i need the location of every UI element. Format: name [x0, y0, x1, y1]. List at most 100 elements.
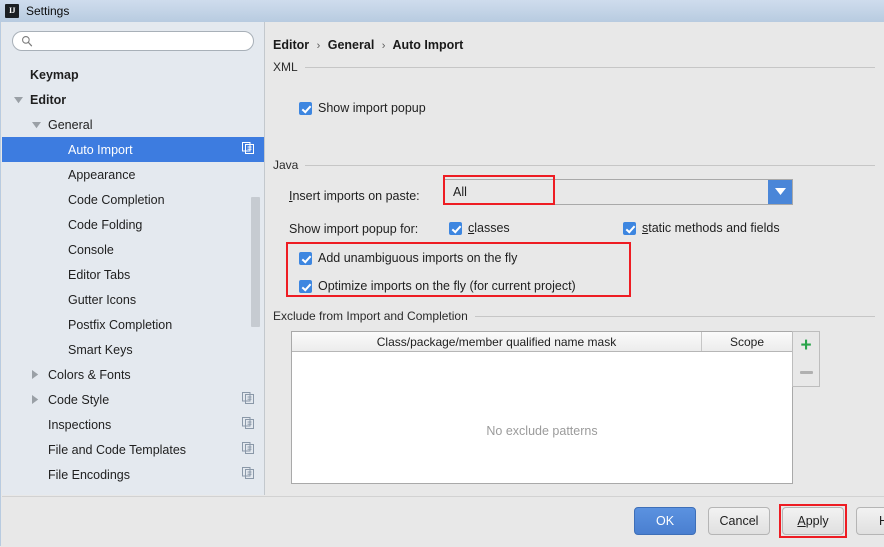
copy-icon — [242, 142, 254, 157]
sidebar-item-smart-keys[interactable]: Smart Keys — [2, 337, 264, 362]
search-field[interactable] — [12, 31, 254, 51]
breadcrumb: Editor › General › Auto Import — [273, 38, 463, 52]
insert-imports-label: Insert imports on paste: — [289, 189, 420, 203]
window-title: Settings — [26, 4, 70, 18]
chevron-down-icon[interactable] — [14, 93, 27, 106]
remove-exclude-pattern-button[interactable] — [793, 359, 819, 386]
sidebar-item-label: Console — [68, 242, 114, 257]
settings-content-panel: Editor › General › Auto Import XML Show … — [265, 22, 884, 492]
copy-icon — [242, 417, 254, 432]
highlight-on-the-fly-options — [286, 242, 631, 297]
sidebar-item-editor-tabs[interactable]: Editor Tabs — [2, 262, 264, 287]
column-header-mask[interactable]: Class/package/member qualified name mask — [292, 332, 702, 351]
sidebar-item-gutter-icons[interactable]: Gutter Icons — [2, 287, 264, 312]
dialog-body: Keymap Editor General Auto Import Appearance… — [0, 22, 884, 547]
copy-icon — [242, 442, 254, 457]
java-section-header: Java — [273, 158, 875, 172]
sidebar-item-keymap[interactable]: Keymap — [2, 62, 264, 87]
sidebar-item-file-encodings[interactable]: File Encodings — [2, 462, 264, 487]
sidebar-item-console[interactable]: Console — [2, 237, 264, 262]
sidebar-item-label: Code Folding — [68, 217, 143, 232]
chevron-down-icon[interactable] — [768, 180, 792, 204]
highlight-insert-imports-value — [443, 175, 555, 205]
classes-checkbox[interactable]: classes — [449, 221, 510, 235]
copy-icon — [242, 392, 254, 407]
sidebar-item-label: Auto Import — [68, 142, 133, 157]
table-header-row: Class/package/member qualified name mask… — [292, 332, 792, 352]
checkbox-indicator[interactable] — [449, 221, 462, 235]
sidebar-item-label: Smart Keys — [68, 342, 133, 357]
dialog-button-bar: OK Cancel Apply He — [2, 496, 884, 547]
help-button[interactable]: He — [856, 507, 884, 535]
sidebar-item-file-and-code-templates[interactable]: File and Code Templates — [2, 437, 264, 462]
insert-imports-label-rest: nsert imports on paste: — [292, 189, 420, 203]
section-divider — [304, 66, 875, 68]
exclude-section-title: Exclude from Import and Completion — [273, 309, 468, 323]
breadcrumb-part-general[interactable]: General — [328, 38, 375, 52]
sidebar-item-label: Keymap — [30, 67, 79, 82]
sidebar-item-general[interactable]: General — [2, 112, 264, 137]
chevron-right-icon[interactable] — [32, 368, 45, 381]
static-methods-checkbox[interactable]: static methods and fields — [623, 221, 780, 235]
show-popup-for-text: Show import popup for: — [289, 222, 419, 236]
search-input[interactable] — [37, 33, 245, 49]
sidebar-item-label: Editor Tabs — [68, 267, 131, 282]
exclude-section-header: Exclude from Import and Completion — [273, 309, 875, 323]
settings-dialog: IJ Settings Keymap Editor General Auto Impo… — [0, 0, 884, 547]
settings-tree[interactable]: Keymap Editor General Auto Import Appearance… — [2, 62, 264, 495]
xml-section-title: XML — [273, 60, 298, 74]
sidebar-item-colors-fonts[interactable]: Colors & Fonts — [2, 362, 264, 387]
intellij-idea-icon: IJ — [5, 4, 19, 18]
show-import-popup-checkbox[interactable]: Show import popup — [299, 101, 426, 115]
sidebar-item-postfix-completion[interactable]: Postfix Completion — [2, 312, 264, 337]
breadcrumb-part-editor[interactable]: Editor — [273, 38, 309, 52]
breadcrumb-part-auto-import: Auto Import — [392, 38, 464, 52]
sidebar-item-editor[interactable]: Editor — [2, 87, 264, 112]
table-toolbar: + — [792, 331, 820, 387]
sidebar-item-code-completion[interactable]: Code Completion — [2, 187, 264, 212]
static-methods-label: static methods and fields — [642, 221, 780, 235]
copy-icon — [242, 467, 254, 482]
highlight-apply-button — [779, 504, 847, 538]
checkbox-indicator[interactable] — [623, 221, 636, 235]
exclude-patterns-table[interactable]: Class/package/member qualified name mask… — [291, 331, 793, 484]
show-import-popup-for-label: Show import popup for: — [289, 222, 418, 236]
java-section-title: Java — [273, 158, 299, 172]
section-divider — [474, 315, 875, 317]
sidebar-item-label: Colors & Fonts — [48, 367, 131, 382]
sidebar-item-code-folding[interactable]: Code Folding — [2, 212, 264, 237]
ok-button[interactable]: OK — [634, 507, 696, 535]
plus-icon: + — [800, 335, 812, 356]
sidebar-item-code-style[interactable]: Code Style — [2, 387, 264, 412]
sidebar-item-label: File Encodings — [48, 467, 130, 482]
section-divider — [305, 164, 875, 166]
xml-section-header: XML — [273, 60, 875, 74]
checkbox-indicator[interactable] — [299, 101, 312, 115]
search-icon — [22, 36, 33, 47]
column-header-scope[interactable]: Scope — [702, 332, 792, 351]
chevron-right-icon[interactable] — [32, 393, 45, 406]
cancel-button[interactable]: Cancel — [708, 507, 770, 535]
sidebar-item-label: General — [48, 117, 93, 132]
sidebar-item-label: Code Completion — [68, 192, 165, 207]
sidebar-item-label: File and Code Templates — [48, 442, 187, 457]
sidebar-item-auto-import[interactable]: Auto Import — [2, 137, 264, 162]
sidebar-scrollbar-thumb[interactable] — [251, 197, 260, 327]
sidebar-item-inspections[interactable]: Inspections — [2, 412, 264, 437]
sidebar-item-label: Code Style — [48, 392, 110, 407]
sidebar-item-label: Inspections — [48, 417, 112, 432]
add-exclude-pattern-button[interactable]: + — [793, 332, 819, 359]
sidebar-item-appearance[interactable]: Appearance — [2, 162, 264, 187]
chevron-down-icon[interactable] — [32, 118, 45, 131]
